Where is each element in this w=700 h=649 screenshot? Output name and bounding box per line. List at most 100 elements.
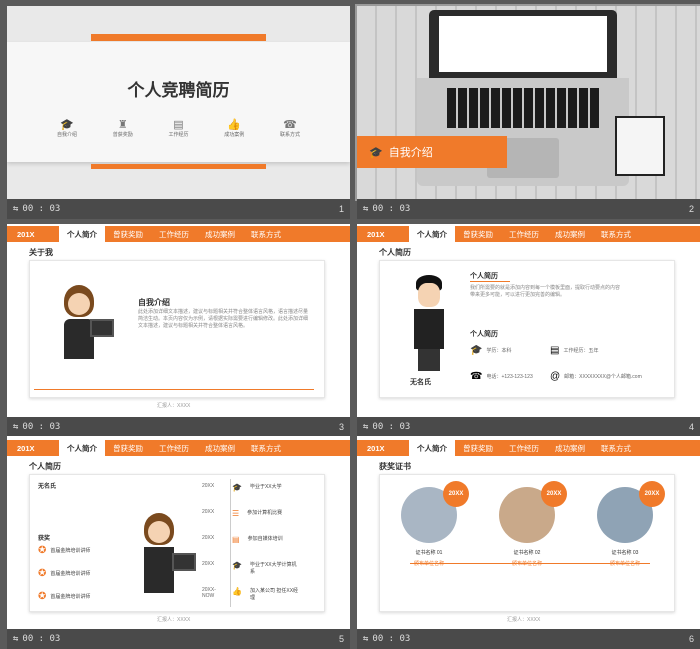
timeline-year: 20XX xyxy=(202,535,215,541)
transition-time: ⇆ 00 : 03 xyxy=(363,634,410,644)
content-card: 20XX 证书名称 01 颁布单位名称 20XX 证书名称 02 颁布单位名称 … xyxy=(379,474,675,612)
slide-info-bar: ⇆ 00 : 03 6 xyxy=(357,629,700,649)
tablet xyxy=(172,553,196,571)
face xyxy=(418,283,440,307)
icon-label: 工作经历 xyxy=(168,132,189,138)
section-title: 个人简历 xyxy=(29,462,61,471)
info-text: 邮箱：XXXXXXXX@个人邮箱.com xyxy=(564,374,642,380)
time-label: 00 : 03 xyxy=(22,634,61,644)
time-label: 00 : 03 xyxy=(372,204,411,214)
top-accent-bar xyxy=(91,34,266,41)
timeline-year: 20XX xyxy=(202,509,215,515)
slide-thumbnail-6[interactable]: 201X 个人简介 曾获奖励 工作经历 成功案例 联系方式 获奖证书 20XX … xyxy=(357,436,700,649)
timeline-text: 毕业于XX大学计算机系 xyxy=(249,562,297,575)
footer-signature: 汇报人：XXXX xyxy=(507,617,541,623)
icon-item-work: ▤ 工作经历 xyxy=(159,118,199,138)
header-year: 201X xyxy=(17,229,35,239)
icon-label: 成功案例 xyxy=(224,132,245,138)
title-card xyxy=(7,42,350,162)
content-card: 无名氏 获奖 ✪ 首届金牌培训讲师 ✪ 首届金牌培训讲师 ✪ 首届金牌培训讲师 xyxy=(29,474,325,612)
header-tab: 联系方式 xyxy=(601,443,631,453)
footer-signature: 汇报人：XXXX xyxy=(157,617,191,623)
heading-underline xyxy=(470,281,510,282)
slide-header-bar: 201X 个人简介 曾获奖励 工作经历 成功案例 联系方式 xyxy=(7,440,350,456)
footer-signature: 汇报人：XXXX xyxy=(157,403,191,409)
content-card: 自我介绍 此处添加详细文本描述，建议与标题相关并符合整体语言风格，语言描述尽量简… xyxy=(29,260,325,398)
year-badge: 20XX xyxy=(443,481,469,507)
header-year: 201X xyxy=(367,443,385,453)
header-tab: 成功案例 xyxy=(205,443,235,453)
slide-header-bar: 201X 个人简介 曾获奖励 工作经历 成功案例 联系方式 xyxy=(7,226,350,242)
slide-number: 4 xyxy=(688,422,694,432)
icon-item-contact: ☎ 联系方式 xyxy=(270,118,310,138)
icon-item-cases: 👍 成功案例 xyxy=(214,118,254,138)
section-title: 个人简历 xyxy=(379,248,411,257)
resume-body: 我们所需要的就是添加内容到每一个模板里面，提取行动要点的内容带来更多可能，可以进… xyxy=(470,285,621,298)
slide-thumbnail-4[interactable]: 201X 个人简介 曾获奖励 工作经历 成功案例 联系方式 个人简历 无名氏 个… xyxy=(357,224,700,437)
transition-icon: ⇆ xyxy=(13,204,19,214)
slide-thumbnail-1[interactable]: 个人竞聘简历 🎓 自我介绍 ♜ 曾获奖励 ▤ 工作经历 👍 成功案例 ☎ 联系方… xyxy=(7,6,350,219)
slide-1-canvas: 个人竞聘简历 🎓 自我介绍 ♜ 曾获奖励 ▤ 工作经历 👍 成功案例 ☎ 联系方… xyxy=(7,6,350,199)
slide-number: 3 xyxy=(338,422,344,432)
tablet xyxy=(90,319,114,337)
face xyxy=(68,293,90,315)
timeline-item: 20XX ☰ 参加计算机比赛 xyxy=(202,509,322,535)
slide-info-bar: ⇆ 00 : 03 3 xyxy=(7,417,350,437)
transition-icon: ⇆ xyxy=(363,204,369,214)
character-illustration xyxy=(50,279,114,359)
document-icon: ▤ xyxy=(173,119,184,131)
character-illustration xyxy=(130,509,196,609)
icon-label: 联系方式 xyxy=(279,132,300,138)
slide-5-canvas: 201X 个人简介 曾获奖励 工作经历 成功案例 联系方式 个人简历 无名氏 获… xyxy=(7,436,350,629)
certificate-item-3: 20XX 证书名称 03 颁布单位名称 xyxy=(590,481,665,587)
award-text: 首届金牌培训讲师 xyxy=(50,548,91,554)
intro-heading: 自我介绍 xyxy=(138,298,170,307)
certificate-name: 证书名称 03 xyxy=(611,550,639,556)
timeline-item: 20XX ▤ 参加自媒体培训 xyxy=(202,535,322,561)
banner-label: 自我介绍 xyxy=(388,147,433,159)
notebook-image xyxy=(615,116,665,176)
transition-time: ⇆ 00 : 03 xyxy=(363,422,410,432)
header-tab: 曾获奖励 xyxy=(113,229,143,239)
header-tab: 成功案例 xyxy=(205,229,235,239)
slide-header-bar: 201X 个人简介 曾获奖励 工作经历 成功案例 联系方式 xyxy=(357,226,700,242)
slide-number: 2 xyxy=(688,204,694,214)
slide-thumbnail-5[interactable]: 201X 个人简介 曾获奖励 工作经历 成功案例 联系方式 个人简历 无名氏 获… xyxy=(7,436,350,649)
icon-label: 曾获奖励 xyxy=(112,132,133,138)
info-phone: ☎ 电话：+123-123-123 xyxy=(470,371,533,382)
awards-list: ✪ 首届金牌培训讲师 ✪ 首届金牌培训讲师 ✪ 首届金牌培训讲师 xyxy=(38,545,90,602)
timeline-year: 20XX xyxy=(202,483,215,489)
timeline-item: 20XX 🎓 毕业于XX大学 xyxy=(202,483,322,509)
header-tab: 曾获奖励 xyxy=(463,443,493,453)
time-label: 00 : 03 xyxy=(372,422,411,432)
timeline-text: 参加计算机比赛 xyxy=(247,510,283,516)
year-badge: 20XX xyxy=(541,481,567,507)
transition-icon: ⇆ xyxy=(13,634,19,644)
slide-thumbnail-2[interactable]: 🎓 自我介绍 ⇆ 00 : 03 2 xyxy=(355,4,700,219)
slide-thumbnail-3[interactable]: 201X 个人简介 曾获奖励 工作经历 成功案例 联系方式 关于我 自我介绍 此… xyxy=(7,224,350,437)
thumbs-up-icon: 👍 xyxy=(232,587,242,596)
header-tab: 个人简介 xyxy=(59,226,105,242)
suit xyxy=(144,547,174,593)
header-tab: 个人简介 xyxy=(409,440,455,456)
year-badge: 20XX xyxy=(639,481,665,507)
header-year: 201X xyxy=(367,229,385,239)
phone-icon: ☎ xyxy=(283,119,297,131)
certificate-photo: 20XX xyxy=(401,481,469,543)
page-title: 个人竞聘简历 xyxy=(127,81,230,100)
info-education: 🎓 学历：本科 xyxy=(470,345,511,356)
slide-sorter-grid: 个人竞聘简历 🎓 自我介绍 ♜ 曾获奖励 ▤ 工作经历 👍 成功案例 ☎ 联系方… xyxy=(0,0,700,649)
info-email: @ 邮箱：XXXXXXXX@个人邮箱.com xyxy=(550,371,642,382)
icon-row: 🎓 自我介绍 ♜ 曾获奖励 ▤ 工作经历 👍 成功案例 ☎ 联系方式 xyxy=(47,118,310,138)
timeline-text: 加入某公司 担任XX经理 xyxy=(249,588,299,601)
slide-info-bar: ⇆ 00 : 03 5 xyxy=(7,629,350,649)
header-tab: 联系方式 xyxy=(601,229,631,239)
resume-heading-2: 个人简历 xyxy=(470,331,498,338)
info-text: 电话：+123-123-123 xyxy=(486,374,533,380)
person-name: 无名氏 xyxy=(410,379,431,386)
timeline-year: 20XX-NOW xyxy=(202,587,216,599)
icon-label: 自我介绍 xyxy=(56,132,77,138)
slide-6-canvas: 201X 个人简介 曾获奖励 工作经历 成功案例 联系方式 获奖证书 20XX … xyxy=(357,436,700,629)
header-tab: 工作经历 xyxy=(159,443,189,453)
slide-number: 6 xyxy=(688,634,694,644)
